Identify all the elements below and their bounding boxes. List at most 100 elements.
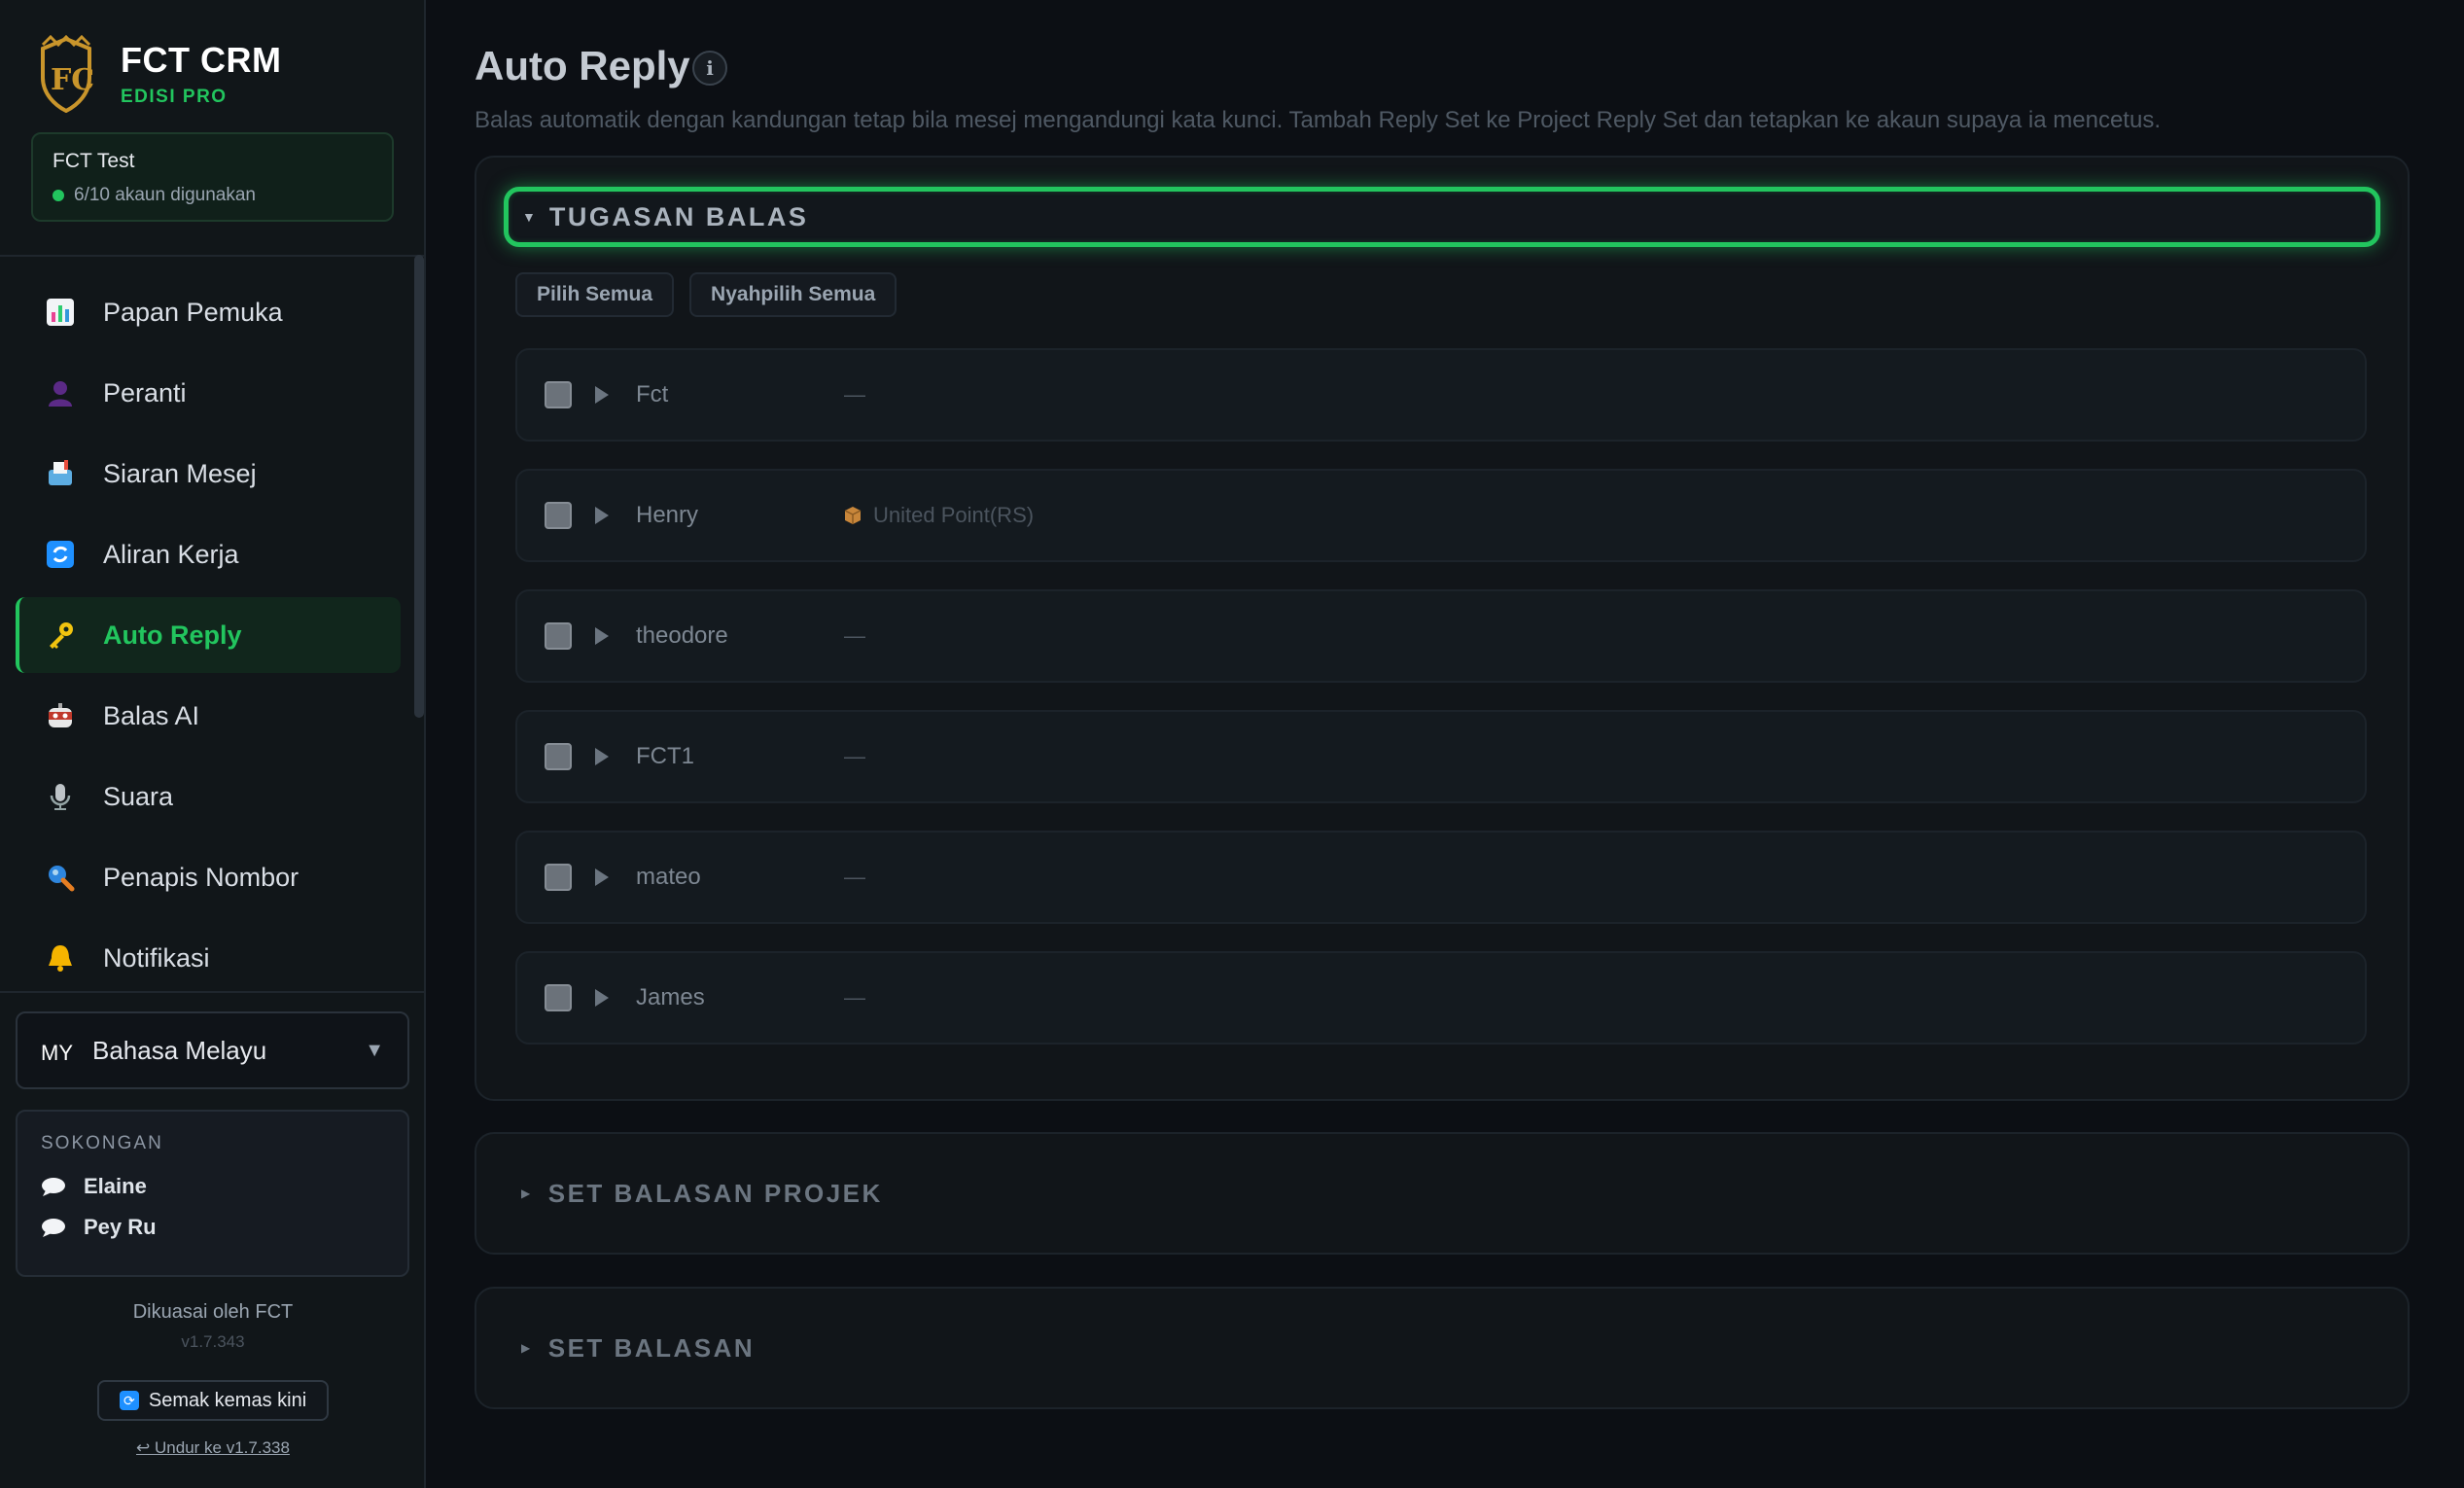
svg-text:FC: FC <box>51 63 93 97</box>
language-code: MY <box>41 1041 73 1065</box>
list-item[interactable]: mateo — <box>515 831 2367 924</box>
account-usage-text: 6/10 akaun digunakan <box>74 185 256 205</box>
magnifier-icon <box>43 860 78 895</box>
bar-chart-icon <box>43 295 78 330</box>
sidebar-item-siaran-mesej[interactable]: Siaran Mesej <box>16 436 401 512</box>
list-item[interactable]: Henry United Point(RS) <box>515 469 2367 562</box>
expand-arrow-icon[interactable] <box>595 989 609 1007</box>
support-contact-elaine[interactable]: Elaine <box>41 1174 384 1199</box>
account-name: Fct <box>636 381 669 407</box>
deselect-all-button[interactable]: Nyahpilih Semua <box>689 272 898 317</box>
account-name: theodore <box>636 622 728 649</box>
assigned-set: — <box>844 623 865 649</box>
brand: FC FCT CRM EDISI PRO <box>39 35 281 113</box>
sidebar-item-penapis-nombor[interactable]: Penapis Nombor <box>16 839 401 915</box>
expand-arrow-icon[interactable] <box>595 507 609 524</box>
reply-assignments-panel: ▼ TUGASAN BALAS Pilih Semua Nyahpilih Se… <box>475 156 2410 1101</box>
expand-arrow-icon[interactable] <box>595 748 609 765</box>
language-select[interactable]: MY Bahasa Melayu ▼ <box>16 1011 409 1089</box>
sidebar-item-balas-ai[interactable]: Balas AI <box>16 678 401 754</box>
row-checkbox[interactable] <box>545 984 572 1011</box>
row-checkbox[interactable] <box>545 743 572 770</box>
key-icon <box>43 618 78 653</box>
info-icon[interactable]: i <box>692 51 727 86</box>
sidebar: FC FCT CRM EDISI PRO FCT Test 6/10 akaun… <box>0 0 426 1488</box>
section-title: ▶ SET BALASAN <box>521 1333 755 1364</box>
row-checkbox[interactable] <box>545 502 572 529</box>
chat-bubble-icon <box>42 1178 65 1196</box>
caret-right-icon: ▶ <box>521 1341 533 1355</box>
divider <box>0 991 424 993</box>
sidebar-item-papan-pemuka[interactable]: Papan Pemuka <box>16 274 401 350</box>
powered-by: Dikuasai oleh FCT <box>132 1301 294 1323</box>
check-update-label: Semak kemas kini <box>148 1389 307 1411</box>
sidebar-item-aliran-kerja[interactable]: Aliran Kerja <box>16 516 401 592</box>
assigned-set-label: — <box>844 382 865 407</box>
status-dot-icon <box>53 190 64 201</box>
inbox-icon <box>43 456 78 491</box>
sidebar-item-notifikasi[interactable]: Notifikasi <box>16 920 401 996</box>
account-name: FCT1 <box>636 743 694 769</box>
sidebar-item-label: Suara <box>103 781 174 811</box>
assigned-set: — <box>844 865 865 890</box>
main-content: Auto Reply i Balas automatik dengan kand… <box>428 0 2464 1488</box>
sidebar-item-suara[interactable]: Suara <box>16 759 401 834</box>
language-label: Bahasa Melayu <box>92 1035 267 1065</box>
bulk-actions: Pilih Semua Nyahpilih Semua <box>515 272 912 317</box>
select-all-button[interactable]: Pilih Semua <box>515 272 675 317</box>
sidebar-item-auto-reply[interactable]: Auto Reply <box>16 597 401 673</box>
account-card[interactable]: FCT Test 6/10 akaun digunakan <box>31 132 394 222</box>
sidebar-nav: Papan Pemuka Peranti Siaran Mesej Aliran… <box>16 274 401 1001</box>
sidebar-item-label: Penapis Nombor <box>103 862 299 892</box>
chat-bubble-icon <box>42 1219 65 1237</box>
shield-logo-icon: FC <box>41 35 93 113</box>
assigned-set: — <box>844 744 865 769</box>
support-panel: SOKONGAN Elaine Pey Ru <box>16 1110 409 1277</box>
assigned-set-label: United Point(RS) <box>873 503 1035 527</box>
brand-title: FCT CRM <box>121 40 282 80</box>
caret-down-icon: ▼ <box>522 209 536 225</box>
list-item[interactable]: FCT1 — <box>515 710 2367 803</box>
account-name: mateo <box>636 864 701 890</box>
list-item[interactable]: theodore — <box>515 589 2367 683</box>
bell-icon <box>43 940 78 975</box>
sidebar-item-label: Auto Reply <box>103 620 242 650</box>
support-contact-pey-ru[interactable]: Pey Ru <box>41 1215 384 1240</box>
list-item[interactable]: Fct — <box>515 348 2367 442</box>
sidebar-item-label: Peranti <box>103 377 187 407</box>
sidebar-item-label: Balas AI <box>103 700 200 730</box>
assigned-set-label: — <box>844 865 865 889</box>
sidebar-scrollbar[interactable] <box>414 255 424 718</box>
expand-arrow-icon[interactable] <box>595 386 609 404</box>
caret-right-icon: ▶ <box>521 1187 533 1200</box>
divider <box>0 255 424 257</box>
downgrade-link[interactable]: ↩ Undur ke v1.7.338 <box>0 1438 426 1458</box>
reply-assignments-header[interactable]: ▼ TUGASAN BALAS <box>504 187 2380 247</box>
account-name: FCT Test <box>53 150 135 172</box>
package-icon <box>844 507 862 524</box>
sidebar-item-label: Papan Pemuka <box>103 297 283 327</box>
account-name: Henry <box>636 502 699 528</box>
assigned-set: — <box>844 382 865 407</box>
refresh-icon <box>43 537 78 572</box>
support-contact-name: Elaine <box>84 1174 147 1198</box>
page-description: Balas automatik dengan kandungan tetap b… <box>475 107 2161 133</box>
expand-arrow-icon[interactable] <box>595 627 609 645</box>
sidebar-item-peranti[interactable]: Peranti <box>16 355 401 431</box>
list-item[interactable]: James — <box>515 951 2367 1045</box>
account-name: James <box>636 984 705 1010</box>
brand-subtitle: EDISI PRO <box>121 87 228 107</box>
check-update-button[interactable]: ⟳ Semak kemas kini <box>97 1380 329 1421</box>
reply-sets-panel[interactable]: ▶ SET BALASAN <box>475 1287 2410 1409</box>
project-reply-sets-panel[interactable]: ▶ SET BALASAN PROJEK <box>475 1132 2410 1255</box>
support-title: SOKONGAN <box>41 1133 163 1153</box>
assigned-set: United Point(RS) <box>844 503 1034 528</box>
sidebar-item-label: Siaran Mesej <box>103 458 257 488</box>
row-checkbox[interactable] <box>545 864 572 891</box>
row-checkbox[interactable] <box>545 381 572 408</box>
support-contact-name: Pey Ru <box>84 1215 157 1239</box>
row-checkbox[interactable] <box>545 622 572 650</box>
account-list: Fct — Henry United Point(RS) theodore — <box>515 348 2367 1072</box>
expand-arrow-icon[interactable] <box>595 868 609 886</box>
section-title-text: SET BALASAN PROJEK <box>547 1178 883 1208</box>
